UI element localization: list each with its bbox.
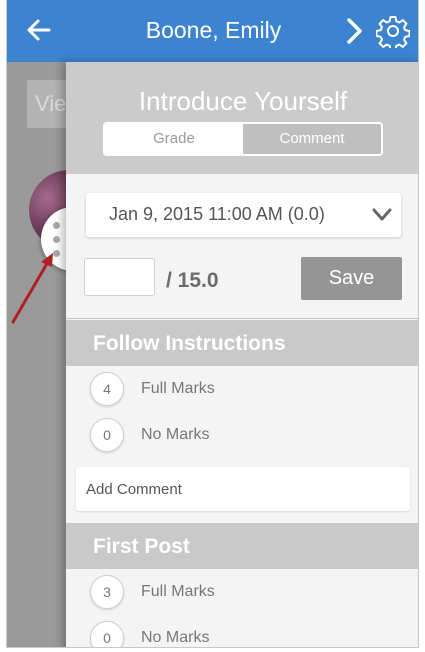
divider [66, 318, 418, 319]
handle-dot [53, 222, 60, 229]
rating-label: Full Marks [141, 583, 215, 600]
criterion-name: Follow Instructions [93, 332, 286, 355]
criterion-header: First Post [66, 523, 418, 569]
score-total: / 15.0 [166, 269, 219, 292]
background-view-button: Vie [27, 80, 71, 128]
submission-selected-value: Jan 9, 2015 11:00 AM (0.0) [109, 204, 325, 224]
gear-icon[interactable] [376, 14, 410, 48]
grade-comment-toggle: Grade Comment [103, 122, 383, 156]
chevron-right-icon[interactable] [343, 16, 367, 46]
add-comment-field[interactable]: Add Comment [76, 467, 410, 511]
rating-label: No Marks [141, 426, 210, 443]
rating-option[interactable]: 4 Full Marks [66, 370, 418, 410]
rating-label: Full Marks [141, 380, 215, 397]
rating-option[interactable]: 0 No Marks [66, 619, 418, 647]
assignment-title: Introduce Yourself [138, 86, 348, 116]
rating-points-badge: 0 [90, 418, 124, 452]
drawer-header: Introduce Yourself Grade Comment [66, 62, 418, 174]
rating-label: No Marks [141, 629, 210, 646]
tab-comment[interactable]: Comment [243, 124, 381, 154]
rating-option[interactable]: 3 Full Marks [66, 573, 418, 613]
add-comment-placeholder: Add Comment [86, 481, 182, 498]
annotation-arrow-icon [11, 253, 53, 324]
save-button[interactable]: Save [301, 257, 402, 300]
rating-option[interactable]: 0 No Marks [66, 416, 418, 456]
tab-grade[interactable]: Grade [105, 124, 243, 154]
criterion-name: First Post [93, 535, 190, 558]
score-input[interactable] [84, 258, 155, 296]
rating-points-badge: 0 [90, 621, 124, 647]
chevron-down-icon [372, 208, 392, 221]
top-app-bar: Boone, Emily [7, 0, 418, 62]
app-frame: Boone, Emily Vie Introduce Yourself Grad… [6, 0, 419, 648]
criterion-header: Follow Instructions [66, 320, 418, 366]
submission-select[interactable]: Jan 9, 2015 11:00 AM (0.0) [86, 193, 401, 237]
rating-points-badge: 3 [90, 575, 124, 609]
rating-points-badge: 4 [90, 372, 124, 406]
grading-drawer: Introduce Yourself Grade Comment Jan 9, … [66, 62, 418, 647]
background-view-label: Vie [35, 91, 67, 116]
